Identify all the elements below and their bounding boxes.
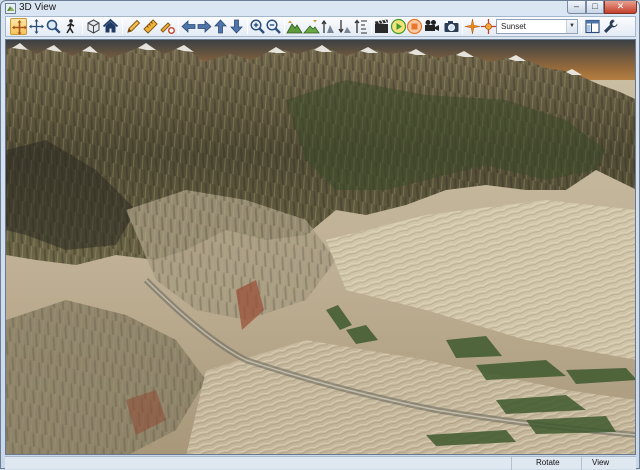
zoom-in-button[interactable] [249, 18, 266, 35]
terrain-lower-button[interactable] [303, 18, 320, 35]
home-view-button[interactable] [102, 18, 119, 35]
stop-button[interactable] [406, 18, 423, 35]
walker-icon [66, 19, 75, 34]
three-d-view-window: 3D View – □ ✕ Sunset ▼ Rotate View [0, 0, 640, 470]
arrow-right-icon [197, 20, 212, 33]
movie-camera-icon [425, 20, 439, 31]
sun-light-button[interactable] [464, 18, 481, 35]
lighting-preset-select[interactable]: Sunset ▼ [496, 19, 578, 34]
toolbar-separator [82, 20, 83, 34]
profile-button[interactable] [159, 18, 176, 35]
movie-camera-button[interactable] [423, 18, 440, 35]
record-button[interactable] [373, 18, 390, 35]
status-view-text: View [592, 458, 610, 467]
toolbar-separator [462, 20, 463, 34]
cube-icon [87, 19, 100, 34]
maximize-button[interactable]: □ [586, 1, 604, 14]
layers-window-icon [585, 19, 600, 34]
toolbar-separator [178, 20, 179, 34]
exaggerate-up-button[interactable] [319, 18, 336, 35]
snapshot-button[interactable] [443, 18, 460, 35]
home-icon [102, 18, 119, 33]
draw-line-button[interactable] [125, 18, 142, 35]
terrain-raise-button[interactable] [286, 18, 303, 35]
close-button[interactable]: ✕ [604, 1, 637, 14]
vertical-scale-icon [354, 19, 367, 34]
ruler-icon [143, 19, 158, 34]
arrow-left-icon [181, 20, 196, 33]
toolbar-separator [247, 20, 248, 34]
nav-down-button[interactable] [228, 18, 245, 35]
move-tool-button[interactable] [28, 18, 45, 35]
light-crosshair-icon [481, 19, 496, 34]
settings-button[interactable] [602, 18, 619, 35]
fly-tool-button[interactable] [62, 18, 79, 35]
terrain-3d-viewport[interactable] [5, 39, 636, 455]
app-globe-icon [5, 3, 16, 14]
play-button[interactable] [390, 18, 407, 35]
cube-view-button[interactable] [85, 18, 102, 35]
toolbar-separator [371, 20, 372, 34]
lighting-preset-value: Sunset [501, 22, 526, 31]
status-view: View [581, 457, 636, 470]
sun-star-icon [464, 18, 481, 35]
window-title: 3D View [19, 2, 57, 13]
chevron-down-icon[interactable]: ▼ [566, 20, 577, 33]
play-icon [390, 18, 407, 35]
exaggerate-down-button[interactable] [336, 18, 353, 35]
zoom-out-button[interactable] [265, 18, 282, 35]
arrow-up-icon [214, 19, 227, 34]
nav-up-button[interactable] [212, 18, 229, 35]
terrain-render [6, 40, 635, 454]
vertical-scale-button[interactable] [352, 18, 369, 35]
light-position-button[interactable] [480, 18, 497, 35]
main-toolbar: Sunset ▼ [5, 16, 636, 37]
camera-icon [444, 21, 459, 32]
zoom-out-icon [266, 19, 281, 34]
arrow-down-icon [230, 19, 243, 34]
toolbar-separator [284, 20, 285, 34]
layers-button[interactable] [584, 18, 601, 35]
status-mode-text: Rotate [536, 458, 560, 467]
pencil-icon [127, 19, 141, 33]
magnifier-icon [46, 19, 61, 34]
clapperboard-icon [375, 19, 388, 33]
measure-button[interactable] [142, 18, 159, 35]
terrain-down-icon [303, 20, 320, 34]
exaggerate-down-icon [338, 20, 351, 34]
nav-right-button[interactable] [196, 18, 213, 35]
wrench-icon [604, 19, 618, 33]
profile-tool-icon [160, 22, 175, 34]
stop-icon [406, 18, 423, 35]
exaggerate-up-icon [321, 19, 334, 33]
nav-left-button[interactable] [180, 18, 197, 35]
minimize-button[interactable]: – [567, 1, 586, 14]
move-arrows-icon [29, 19, 44, 34]
zoom-in-icon [250, 19, 265, 34]
pan-tool-button[interactable] [10, 18, 27, 35]
pan-icon [12, 20, 27, 35]
toolbar-separator [581, 20, 582, 34]
toolbar-separator [122, 20, 123, 34]
terrain-up-icon [286, 20, 303, 34]
status-bar: Rotate View [5, 456, 636, 470]
status-mode: Rotate [511, 457, 581, 470]
zoom-tool-button[interactable] [45, 18, 62, 35]
title-bar[interactable]: 3D View – □ ✕ [1, 1, 639, 15]
